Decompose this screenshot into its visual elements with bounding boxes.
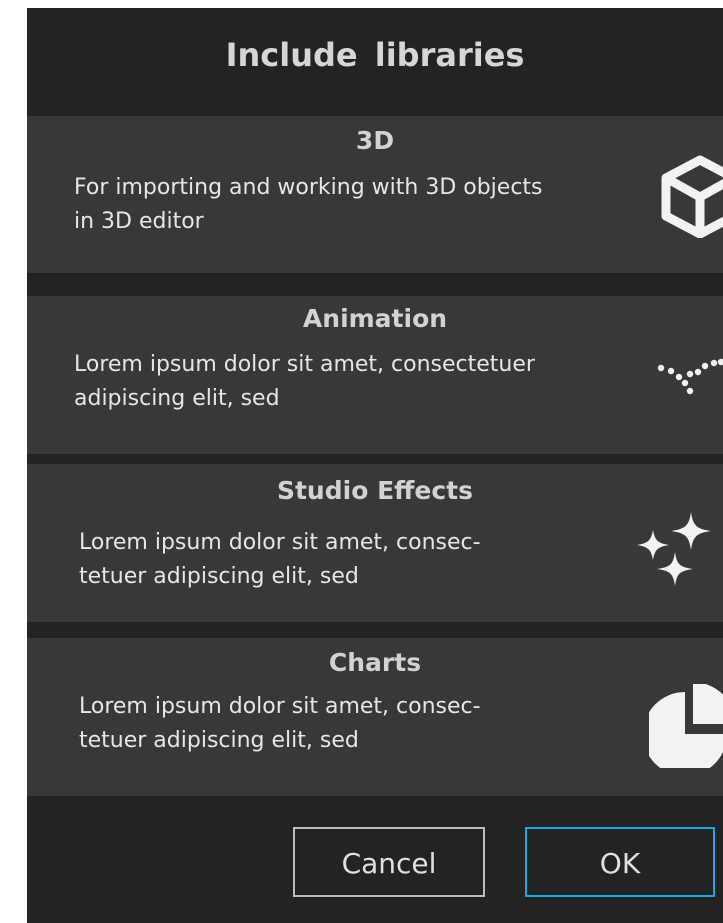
cancel-button[interactable]: Cancel: [293, 827, 485, 897]
library-title: Charts: [328, 648, 422, 677]
library-item-studio-effects[interactable]: Studio Effects Lorem ipsum dolor sit ame…: [27, 464, 723, 622]
library-title: Studio Effects: [276, 476, 474, 505]
dialog-title: Include libraries: [225, 36, 525, 74]
library-description: Lorem ipsum dolor sit amet, consectetuer…: [74, 352, 535, 411]
library-description: Lorem ipsum dolor sit amet, consec-tetue…: [79, 530, 481, 589]
library-description: Lorem ipsum dolor sit amet, consec-tetue…: [79, 694, 481, 753]
library-item-3d[interactable]: 3D For importing and working with 3D obj…: [27, 116, 723, 273]
sparkles-icon: [637, 512, 711, 586]
library-title: 3D: [355, 126, 395, 155]
library-item-charts[interactable]: Charts Lorem ipsum dolor sit amet, conse…: [27, 638, 723, 796]
motion-path-icon: [657, 358, 723, 395]
include-libraries-dialog: Include libraries 3D For importing and w…: [27, 8, 723, 923]
library-title: Animation: [302, 304, 448, 333]
library-item-animation[interactable]: Animation Lorem ipsum dolor sit amet, co…: [27, 296, 723, 454]
ok-button[interactable]: OK: [525, 827, 715, 897]
cube-icon: [661, 155, 723, 238]
library-description: For importing and working with 3D object…: [74, 175, 543, 234]
pie-chart-icon: [649, 684, 723, 768]
